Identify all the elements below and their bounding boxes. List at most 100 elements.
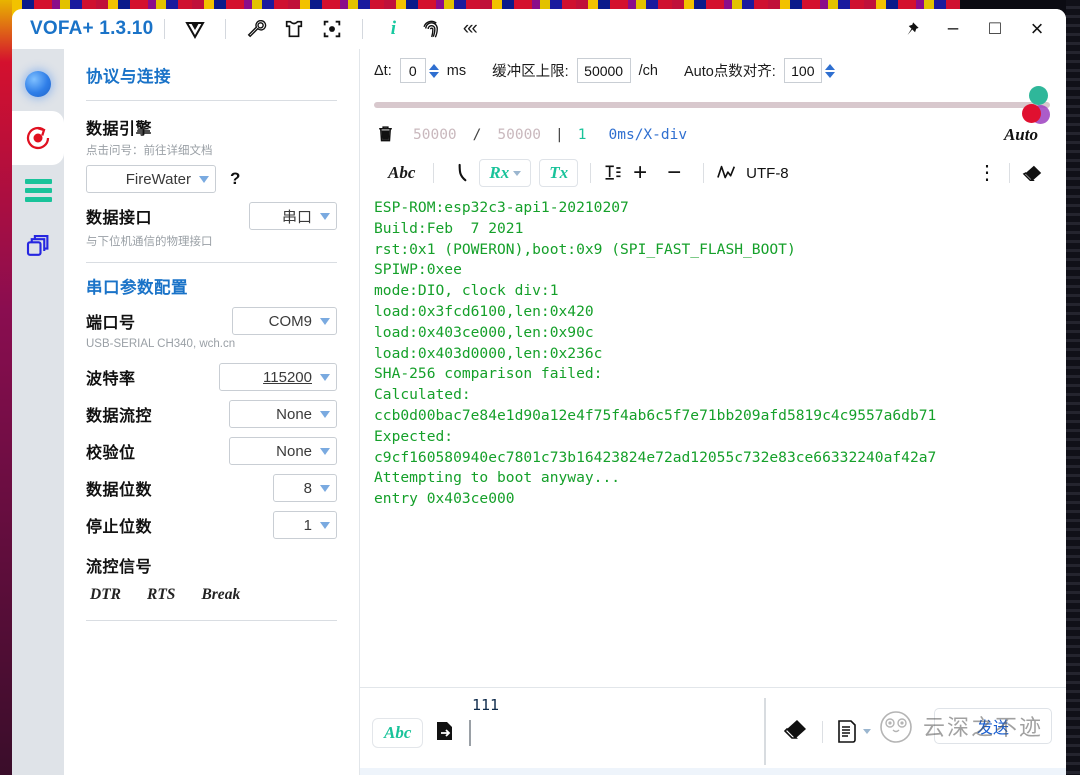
trash-icon[interactable] — [376, 124, 395, 147]
databits-select[interactable]: 8 — [273, 474, 337, 502]
input-abc-button[interactable]: Abc — [372, 718, 423, 748]
flowcontrol-select[interactable]: None — [229, 400, 337, 428]
port-select[interactable]: COM9 — [232, 307, 337, 335]
zoom-out-button[interactable]: − — [657, 161, 691, 185]
data-engine-select[interactable]: FireWater — [86, 165, 216, 193]
flowsignal-label: 流控信号 — [86, 553, 337, 577]
divider — [86, 100, 337, 101]
info-icon[interactable]: i — [379, 15, 407, 43]
divider — [822, 721, 823, 743]
parity-select[interactable]: None — [229, 437, 337, 465]
send-tools: 发送 云深之不迹 — [766, 688, 1066, 775]
stopbits-value: 1 — [304, 517, 312, 534]
flowcontrol-row: 数据流控 None — [86, 400, 337, 428]
close-button[interactable]: × — [1016, 10, 1058, 48]
terminal-line: SHA-256 comparison failed: — [374, 364, 1066, 385]
terminal-line: rst:0x1 (POWERON),boot:0x9 (SPI_FAST_FLA… — [374, 240, 1066, 261]
timebase-label[interactable]: 0ms/X-div — [609, 127, 688, 143]
owl-watermark-icon — [875, 707, 917, 745]
delta-t-unit: ms — [447, 63, 466, 79]
dtr-button[interactable]: DTR — [90, 586, 121, 604]
delta-t-label: Δt: — [374, 63, 392, 79]
divider — [86, 620, 337, 621]
terminal-line: ESP-ROM:esp32c3-api1-20210207 — [374, 198, 1066, 219]
help-question-icon[interactable]: ? — [230, 169, 240, 189]
send-button[interactable]: 发送 — [934, 708, 1052, 744]
collapse-icon[interactable]: «‹ — [455, 15, 483, 43]
divider — [362, 19, 363, 39]
parity-value: None — [276, 443, 312, 460]
slider-knob-green[interactable] — [1029, 86, 1048, 105]
rail-widgets[interactable] — [12, 165, 64, 219]
encoding-label[interactable]: UTF-8 — [746, 165, 789, 182]
stopbits-select[interactable]: 1 — [273, 511, 337, 539]
rail-record[interactable] — [12, 111, 64, 165]
more-vertical-icon[interactable]: ⋮ — [977, 168, 997, 178]
chevron-down-icon — [320, 485, 330, 492]
fingerprint-icon[interactable] — [417, 15, 445, 43]
terminal-output[interactable]: ESP-ROM:esp32c3-api1-20210207Build:Feb 7… — [360, 194, 1066, 687]
chevron-down-icon — [320, 411, 330, 418]
clear-eraser-icon[interactable] — [784, 718, 808, 745]
auto-align-stepper[interactable] — [825, 64, 835, 78]
auto-button[interactable]: Auto — [1004, 125, 1038, 145]
chevron-down-icon — [320, 448, 330, 455]
buffer-total: 50000 — [497, 127, 541, 143]
record-target-icon — [23, 123, 53, 153]
zoom-in-button[interactable]: + — [623, 161, 657, 185]
waveform-icon[interactable] — [716, 163, 738, 183]
data-interface-value: 串口 — [282, 206, 312, 227]
flowsignal-buttons: DTR RTS Break — [86, 586, 337, 604]
data-interface-row: 数据接口 串口 — [86, 202, 337, 230]
terminal-line: entry 0x403ce000 — [374, 489, 1066, 510]
auto-align-input[interactable]: 100 — [784, 58, 822, 83]
panel-section-title: 协议与连接 — [86, 49, 337, 87]
divider — [703, 163, 704, 183]
shirt-icon[interactable] — [280, 15, 308, 43]
baudrate-select[interactable]: 115200 — [219, 363, 337, 391]
minimize-button[interactable]: – — [932, 10, 974, 48]
char-counter: 111 — [472, 696, 499, 714]
delta-t-stepper[interactable] — [429, 64, 439, 78]
data-interface-hint: 与下位机通信的物理接口 — [86, 233, 337, 249]
chevron-down-icon — [863, 729, 871, 734]
log-document-icon[interactable] — [837, 720, 871, 743]
maximize-button[interactable]: □ — [974, 10, 1016, 48]
data-interface-select[interactable]: 串口 — [249, 202, 337, 230]
wrench-icon[interactable] — [242, 15, 270, 43]
chevron-down-icon — [320, 522, 330, 529]
buffer-limit-unit: /ch — [639, 63, 658, 79]
text-format-icon[interactable] — [603, 163, 623, 183]
terminal-line: Calculated: — [374, 385, 1066, 406]
abc-mode-button[interactable]: Abc — [382, 161, 421, 185]
break-button[interactable]: Break — [201, 586, 240, 604]
slider-track[interactable] — [374, 102, 1050, 108]
capture-params-toolbar: Δt: 0 ms 缓冲区上限: 50000 /ch Auto点数对齐: 100 — [360, 49, 1066, 92]
stacked-bars-icon — [25, 179, 52, 206]
pin-button[interactable] — [890, 10, 932, 48]
rx-toggle-button[interactable]: Rx — [479, 159, 531, 187]
stopbits-row: 停止位数 1 — [86, 511, 337, 539]
rx-label: Rx — [489, 163, 509, 183]
chevron-down-icon — [513, 171, 521, 176]
terminal-line: mode:DIO, clock div:1 — [374, 281, 1066, 302]
logo-v-icon[interactable] — [181, 15, 209, 43]
eraser-icon[interactable] — [1022, 163, 1044, 183]
slider-knob-red[interactable] — [1022, 104, 1041, 123]
rail-connection[interactable] — [12, 57, 64, 111]
terminal-line: load:0x403d0000,len:0x236c — [374, 344, 1066, 365]
rts-button[interactable]: RTS — [147, 586, 175, 604]
right-pane: Δt: 0 ms 缓冲区上限: 50000 /ch Auto点数对齐: 100 — [360, 49, 1066, 775]
focus-icon[interactable] — [318, 15, 346, 43]
pause-hook-icon[interactable] — [446, 163, 479, 184]
rail-layers[interactable] — [12, 219, 64, 273]
icon-rail — [12, 49, 64, 775]
app-title: VOFA+ 1.3.10 — [30, 18, 153, 40]
flowcontrol-value: None — [276, 406, 312, 423]
tx-toggle-button[interactable]: Tx — [539, 159, 578, 187]
buffer-limit-input[interactable]: 50000 — [577, 58, 631, 83]
send-input[interactable] — [471, 725, 801, 742]
send-file-icon[interactable] — [433, 719, 457, 748]
timeline-slider[interactable] — [360, 92, 1066, 118]
delta-t-input[interactable]: 0 — [400, 58, 426, 83]
